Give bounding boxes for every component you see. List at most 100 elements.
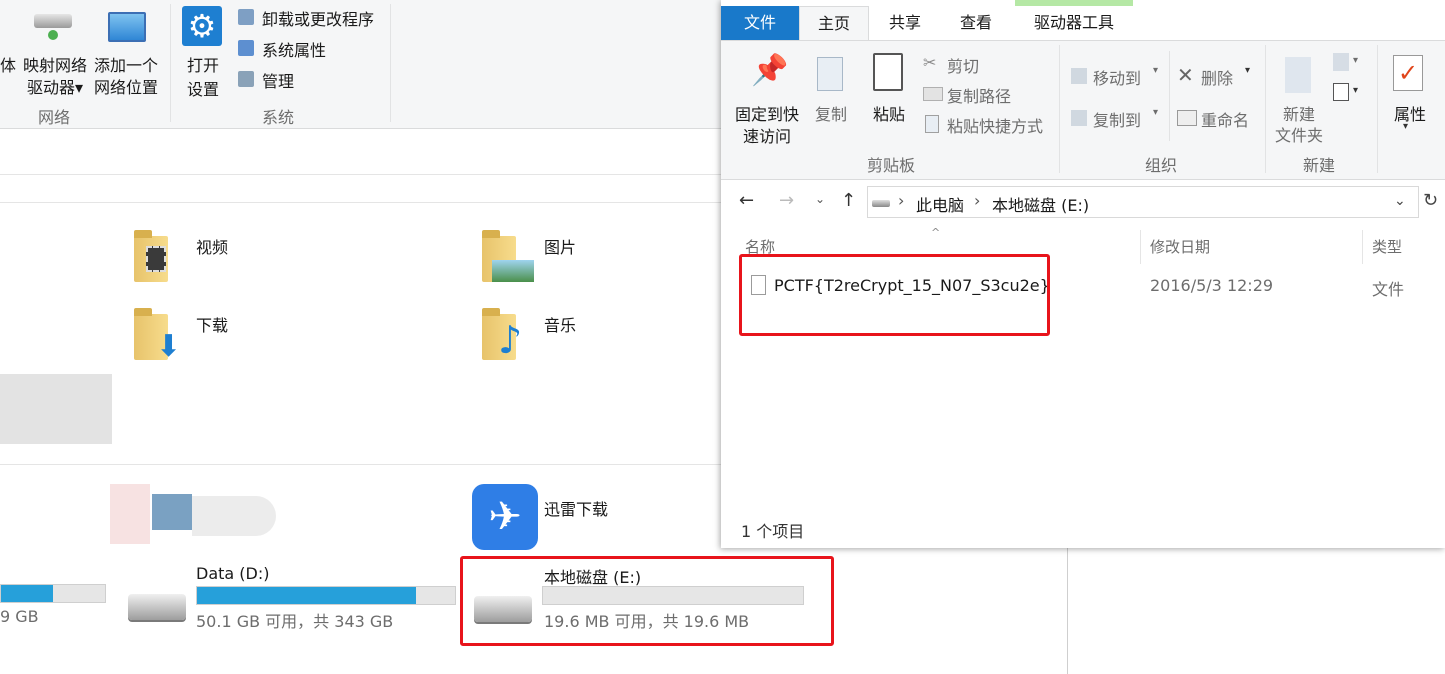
map-network-drive-button[interactable]: 映射网络 驱动器▾	[20, 8, 90, 100]
pin-quick-access-button[interactable]: 📌 固定到快 速访问	[729, 51, 805, 147]
scissors-icon: ✂	[923, 53, 937, 72]
move-to-label: 移动到	[1093, 69, 1142, 88]
ribbon-separator	[1059, 45, 1060, 173]
address-bar[interactable]: › 此电脑 › 本地磁盘 (E:) ⌄	[867, 186, 1419, 218]
file-modified: 2016/5/3 12:29	[1150, 276, 1274, 295]
ribbon-separator	[390, 4, 391, 122]
new-item-icon	[1333, 53, 1349, 71]
folder-item-video[interactable]: 视频	[134, 230, 254, 286]
manage-label: 管理	[262, 72, 295, 91]
new-folder-button[interactable]: 新建 文件夹	[1271, 51, 1327, 147]
ribbon-separator	[1377, 45, 1378, 173]
chevron-down-icon: ▾	[1353, 85, 1359, 96]
column-header-type[interactable]: 类型	[1372, 236, 1402, 257]
background-address-bar[interactable]	[0, 128, 722, 175]
up-arrow-icon[interactable]: ↑	[841, 190, 856, 211]
map-drive-label-1: 映射网络	[22, 56, 87, 75]
file-type: 文件	[1372, 280, 1405, 299]
clipboard-group-label: 剪贴板	[866, 156, 915, 175]
paste-button[interactable]: 粘贴	[865, 51, 913, 147]
organize-group-label: 组织	[1144, 156, 1177, 175]
home-ribbon: 📌 固定到快 速访问 复制 粘贴 ✂ 剪切 复制路径 粘贴快捷方式 剪贴板 移动…	[721, 40, 1445, 180]
back-arrow-icon[interactable]: ←	[739, 190, 754, 211]
drive-usage-bar	[0, 584, 106, 603]
copy-to-button[interactable]: 复制到 ▾	[1071, 107, 1163, 130]
forward-arrow-icon[interactable]: →	[779, 190, 794, 211]
new-item-button[interactable]: ▾	[1333, 53, 1367, 75]
tab-share[interactable]: 共享	[873, 6, 937, 40]
xunlei-bird-icon: ✈	[472, 484, 538, 550]
add-network-location-button[interactable]: 添加一个 网络位置	[90, 8, 162, 100]
pin-label-1: 固定到快	[734, 105, 799, 124]
breadcrumb-this-pc[interactable]: 此电脑	[916, 192, 964, 216]
breadcrumb-separator-icon: ›	[898, 191, 905, 210]
xunlei-download-item[interactable]: ✈ 迅雷下载	[470, 484, 630, 554]
refresh-icon[interactable]: ↻	[1423, 190, 1438, 211]
status-item-count: 1 个项目	[741, 522, 805, 541]
properties-label: 属性	[1393, 105, 1426, 124]
tab-file[interactable]: 文件	[721, 6, 799, 40]
map-drive-label-2: 驱动器▾	[26, 78, 84, 97]
program-icon	[238, 9, 254, 25]
column-header-modified[interactable]: 修改日期	[1150, 236, 1210, 257]
music-folder-icon: ♪	[482, 308, 522, 360]
delete-x-icon: ✕	[1177, 63, 1194, 87]
ribbon-separator	[1265, 45, 1266, 173]
folder-item-music[interactable]: ♪ 音乐	[482, 308, 602, 364]
hard-drive-icon	[128, 594, 186, 620]
address-dropdown-chevron-icon[interactable]: ⌄	[1394, 193, 1406, 209]
copy-path-label: 复制路径	[947, 87, 1012, 106]
open-settings-button[interactable]: ⚙ 打开 设置	[180, 4, 228, 100]
cut-label: 剪切	[947, 57, 980, 76]
chevron-down-icon: ▾	[1403, 121, 1409, 132]
ribbon-separator	[170, 4, 171, 122]
chevron-down-icon: ▾	[1353, 55, 1359, 66]
copy-path-button[interactable]: 复制路径	[923, 83, 1053, 106]
drive-item-c[interactable]: 9 GB	[0, 584, 110, 626]
tab-view[interactable]: 查看	[943, 6, 1009, 40]
rename-button[interactable]: 重命名	[1177, 107, 1257, 130]
properties-button[interactable]: ✓ 属性 ▾	[1387, 51, 1437, 147]
breadcrumb-separator-icon: ›	[974, 191, 981, 210]
video-folder-icon	[134, 230, 168, 282]
clipboard-icon	[873, 53, 903, 91]
system-properties-button[interactable]: 系统属性	[238, 37, 388, 60]
folder-item-pictures[interactable]: 图片	[482, 230, 602, 286]
copy-button[interactable]: 复制	[809, 51, 853, 147]
window-edge	[1067, 548, 1068, 674]
easy-access-button[interactable]: ▾	[1333, 83, 1367, 105]
partial-ribbon-label: 体	[0, 56, 17, 75]
folder-item-downloads[interactable]: ⬇ 下载	[134, 308, 254, 364]
column-divider[interactable]	[1362, 230, 1363, 264]
manage-button[interactable]: 管理	[238, 68, 388, 91]
tab-drive-tools[interactable]: 驱动器工具	[1015, 6, 1133, 40]
uninstall-program-button[interactable]: 卸载或更改程序	[238, 6, 388, 29]
rename-label: 重命名	[1201, 111, 1250, 130]
chevron-down-icon: ▾	[1153, 107, 1159, 118]
breadcrumb-drive-e[interactable]: 本地磁盘 (E:)	[992, 192, 1089, 216]
selected-item-highlight[interactable]	[0, 374, 112, 444]
delete-button[interactable]: ✕ 删除 ▾	[1177, 63, 1257, 88]
explorer-window: 文件 主页 共享 查看 驱动器工具 📌 固定到快 速访问 复制 粘贴 ✂ 剪切	[721, 0, 1445, 548]
recent-chevron-icon[interactable]: ⌄	[815, 192, 825, 206]
drive-item-d[interactable]: Data (D:) 50.1 GB 可用，共 343 GB	[126, 560, 456, 632]
system-properties-label: 系统属性	[262, 41, 327, 60]
rename-icon	[1177, 110, 1197, 126]
copy-path-icon	[923, 87, 943, 101]
column-divider[interactable]	[1140, 230, 1141, 264]
system-group-label: 系统	[261, 108, 294, 127]
tab-home[interactable]: 主页	[799, 6, 869, 41]
folder-label: 图片	[544, 238, 577, 257]
move-to-icon	[1071, 68, 1087, 84]
cut-button[interactable]: ✂ 剪切	[923, 53, 1053, 76]
drive-free-text: 9 GB	[0, 607, 39, 626]
paste-shortcut-button[interactable]: 粘贴快捷方式	[923, 113, 1063, 136]
uninstall-label: 卸载或更改程序	[262, 10, 375, 29]
move-to-button[interactable]: 移动到 ▾	[1071, 65, 1163, 88]
drive-name: Data (D:)	[196, 564, 270, 583]
pictures-folder-icon	[482, 230, 534, 282]
add-location-label-2: 网络位置	[93, 78, 158, 97]
blurred-item	[70, 480, 280, 550]
navigation-bar: ← → ⌄ ↑ › 此电脑 › 本地磁盘 (E:) ⌄ ↻	[721, 178, 1445, 226]
drive-icon	[872, 200, 890, 207]
